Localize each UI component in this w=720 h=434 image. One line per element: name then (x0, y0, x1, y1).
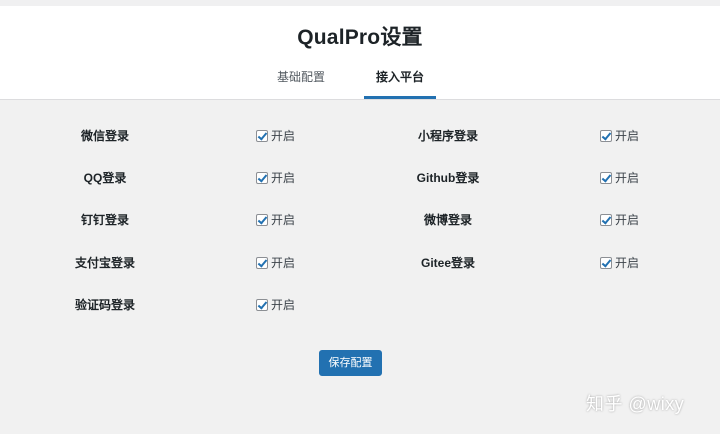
toggle-captcha[interactable]: 开启 (256, 297, 295, 313)
setting-label-captcha: 验证码登录 (74, 298, 135, 312)
toggle-alipay[interactable]: 开启 (256, 255, 295, 271)
toggle-label: 开启 (615, 256, 640, 270)
save-config-button[interactable]: 保存配置 (319, 350, 382, 376)
checkbox-checked-icon[interactable] (256, 257, 268, 269)
toggle-label: 开启 (271, 298, 296, 312)
checkbox-checked-icon[interactable] (600, 214, 612, 226)
checkbox-checked-icon[interactable] (256, 172, 268, 184)
toggle-label: 开启 (615, 129, 640, 143)
setting-label-dingtalk: 钉钉登录 (80, 213, 129, 227)
checkbox-checked-icon[interactable] (256, 299, 268, 311)
setting-label-weibo: 微博登录 (423, 213, 472, 227)
toggle-label: 开启 (615, 213, 640, 227)
toggle-dingtalk[interactable]: 开启 (256, 212, 295, 228)
toggle-qq[interactable]: 开启 (256, 170, 295, 186)
checkbox-checked-icon[interactable] (256, 130, 268, 142)
toggle-label: 开启 (615, 171, 640, 185)
page-title: QualPro设置 (297, 26, 423, 49)
toggle-miniprogram[interactable]: 开启 (600, 128, 639, 144)
setting-label-gitee: Gitee登录 (420, 256, 475, 270)
setting-label-github: Github登录 (416, 171, 480, 185)
toggle-label: 开启 (271, 256, 296, 270)
tab-basic-config[interactable]: 基础配置 (265, 66, 337, 99)
setting-label-miniprogram: 小程序登录 (417, 129, 478, 143)
watermark: 知乎 @wixy (586, 394, 685, 414)
setting-label-alipay: 支付宝登录 (74, 256, 135, 270)
checkbox-checked-icon[interactable] (600, 257, 612, 269)
tab-bar: 基础配置 接入平台 (0, 66, 720, 99)
toggle-label: 开启 (271, 171, 296, 185)
toggle-label: 开启 (271, 213, 296, 227)
checkbox-checked-icon[interactable] (600, 130, 612, 142)
setting-label-wechat: 微信登录 (80, 129, 129, 143)
checkbox-checked-icon[interactable] (256, 214, 268, 226)
toggle-wechat[interactable]: 开启 (256, 128, 295, 144)
setting-label-qq: QQ登录 (83, 171, 127, 185)
toggle-github[interactable]: 开启 (600, 170, 639, 186)
toggle-weibo[interactable]: 开启 (600, 212, 639, 228)
toggle-gitee[interactable]: 开启 (600, 255, 639, 271)
toggle-label: 开启 (271, 129, 296, 143)
settings-header: QualPro设置 基础配置 接入平台 (0, 6, 720, 100)
tab-platform-access[interactable]: 接入平台 (364, 66, 436, 99)
checkbox-checked-icon[interactable] (600, 172, 612, 184)
